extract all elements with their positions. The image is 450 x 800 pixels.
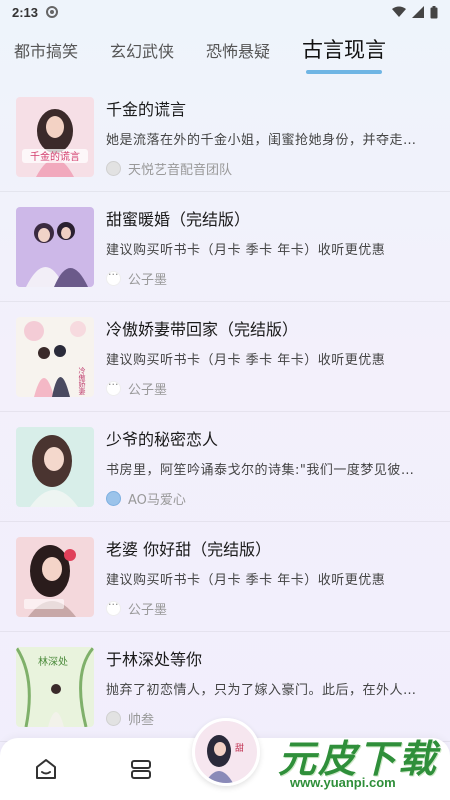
book-desc: 建议购买听书卡（月卡 季卡 年卡）收听更优惠: [106, 242, 386, 258]
book-title: 老婆 你好甜（完结版）: [106, 539, 272, 559]
tab-dushi-gaoxiao[interactable]: 都市搞笑: [14, 38, 78, 76]
svg-text:冷傲娇妻: 冷傲娇妻: [78, 366, 86, 396]
book-title: 少爷的秘密恋人: [106, 429, 219, 449]
book-item[interactable]: 甜蜜暖婚（完结版） 建议购买听书卡（月卡 季卡 年卡）收听更优惠 公子墨: [0, 192, 450, 302]
tab-guyan-xianyan[interactable]: 古言现言: [302, 34, 386, 76]
book-cover: [16, 206, 94, 287]
book-cover: 冷傲娇妻: [16, 316, 94, 397]
author-name: 公子墨: [128, 272, 168, 288]
home-icon[interactable]: [33, 756, 59, 782]
book-item[interactable]: 冷傲娇妻 冷傲娇妻带回家（完结版） 建议购买听书卡（月卡 季卡 年卡）收听更优惠…: [0, 302, 450, 412]
author-name: AO马爱心: [128, 492, 186, 508]
now-playing-disc[interactable]: 甜: [192, 718, 260, 786]
author-avatar: [106, 378, 121, 396]
watermark-logo: 元皮下载 www.yuanpi.com: [272, 728, 444, 794]
svg-text:甜: 甜: [235, 742, 244, 754]
book-author: 天悦艺音配音团队: [106, 159, 436, 178]
status-time: 2:13: [12, 4, 39, 20]
signal-icon: [412, 6, 424, 18]
book-cover: [16, 426, 94, 507]
book-cover: [16, 536, 94, 617]
book-desc: 她是流落在外的千金小姐，闺蜜抢她身份，并夺走…: [106, 132, 417, 148]
author-name: 公子墨: [128, 382, 168, 398]
author-name: 公子墨: [128, 602, 168, 618]
book-desc: 建议购买听书卡（月卡 季卡 年卡）收听更优惠: [106, 572, 386, 588]
book-desc: 书房里，阿笙吟诵泰戈尔的诗集:"我们一度梦见彼…: [106, 462, 415, 478]
book-author: 公子墨: [106, 378, 436, 398]
author-avatar: [106, 598, 121, 616]
tab-kongbu-xuanyi[interactable]: 恐怖悬疑: [206, 38, 270, 76]
svg-text:千金的谎言: 千金的谎言: [30, 150, 80, 163]
author-avatar: [106, 268, 121, 286]
book-author: 帅叁: [106, 709, 436, 728]
author-name: 天悦艺音配音团队: [128, 162, 233, 178]
book-item[interactable]: 少爷的秘密恋人 书房里，阿笙吟诵泰戈尔的诗集:"我们一度梦见彼… AO马爱心: [0, 412, 450, 522]
book-list: 千金的谎言 千金的谎言 她是流落在外的千金小姐，闺蜜抢她身份，并夺走… 天悦艺音…: [0, 82, 450, 742]
book-author: AO马爱心: [106, 489, 436, 508]
book-author: 公子墨: [106, 598, 436, 618]
book-cover: 林深处: [16, 646, 94, 727]
book-item[interactable]: 千金的谎言 千金的谎言 她是流落在外的千金小姐，闺蜜抢她身份，并夺走… 天悦艺音…: [0, 82, 450, 192]
author-avatar: [106, 490, 121, 506]
book-desc: 建议购买听书卡（月卡 季卡 年卡）收听更优惠: [106, 352, 386, 368]
author-avatar: [106, 710, 121, 726]
author-name: 帅叁: [128, 712, 155, 728]
status-bar: 2:13: [0, 0, 450, 24]
author-avatar: [106, 160, 121, 176]
battery-icon: [430, 5, 438, 18]
status-icons: [392, 5, 438, 19]
book-title: 千金的谎言: [106, 99, 187, 119]
svg-text:林深处: 林深处: [38, 655, 68, 668]
category-tabs: 都市搞笑 玄幻武侠 恐怖悬疑 古言现言: [0, 24, 450, 76]
notification-icon: [46, 6, 59, 18]
book-title: 甜蜜暖婚（完结版）: [106, 209, 251, 229]
book-cover: 千金的谎言: [16, 96, 94, 177]
tab-xuanhuan-wuxia[interactable]: 玄幻武侠: [110, 38, 174, 76]
book-desc: 抛弃了初恋情人，只为了嫁入豪门。此后，在外人…: [106, 682, 417, 698]
book-title: 冷傲娇妻带回家（完结版）: [106, 319, 299, 339]
book-author: 公子墨: [106, 268, 436, 288]
watermark-url: www.yuanpi.com: [290, 775, 396, 790]
book-title: 于林深处等你: [106, 649, 203, 669]
wifi-icon: [392, 6, 406, 17]
bookshelf-icon[interactable]: [128, 756, 154, 782]
book-item[interactable]: 老婆 你好甜（完结版） 建议购买听书卡（月卡 季卡 年卡）收听更优惠 公子墨: [0, 522, 450, 632]
